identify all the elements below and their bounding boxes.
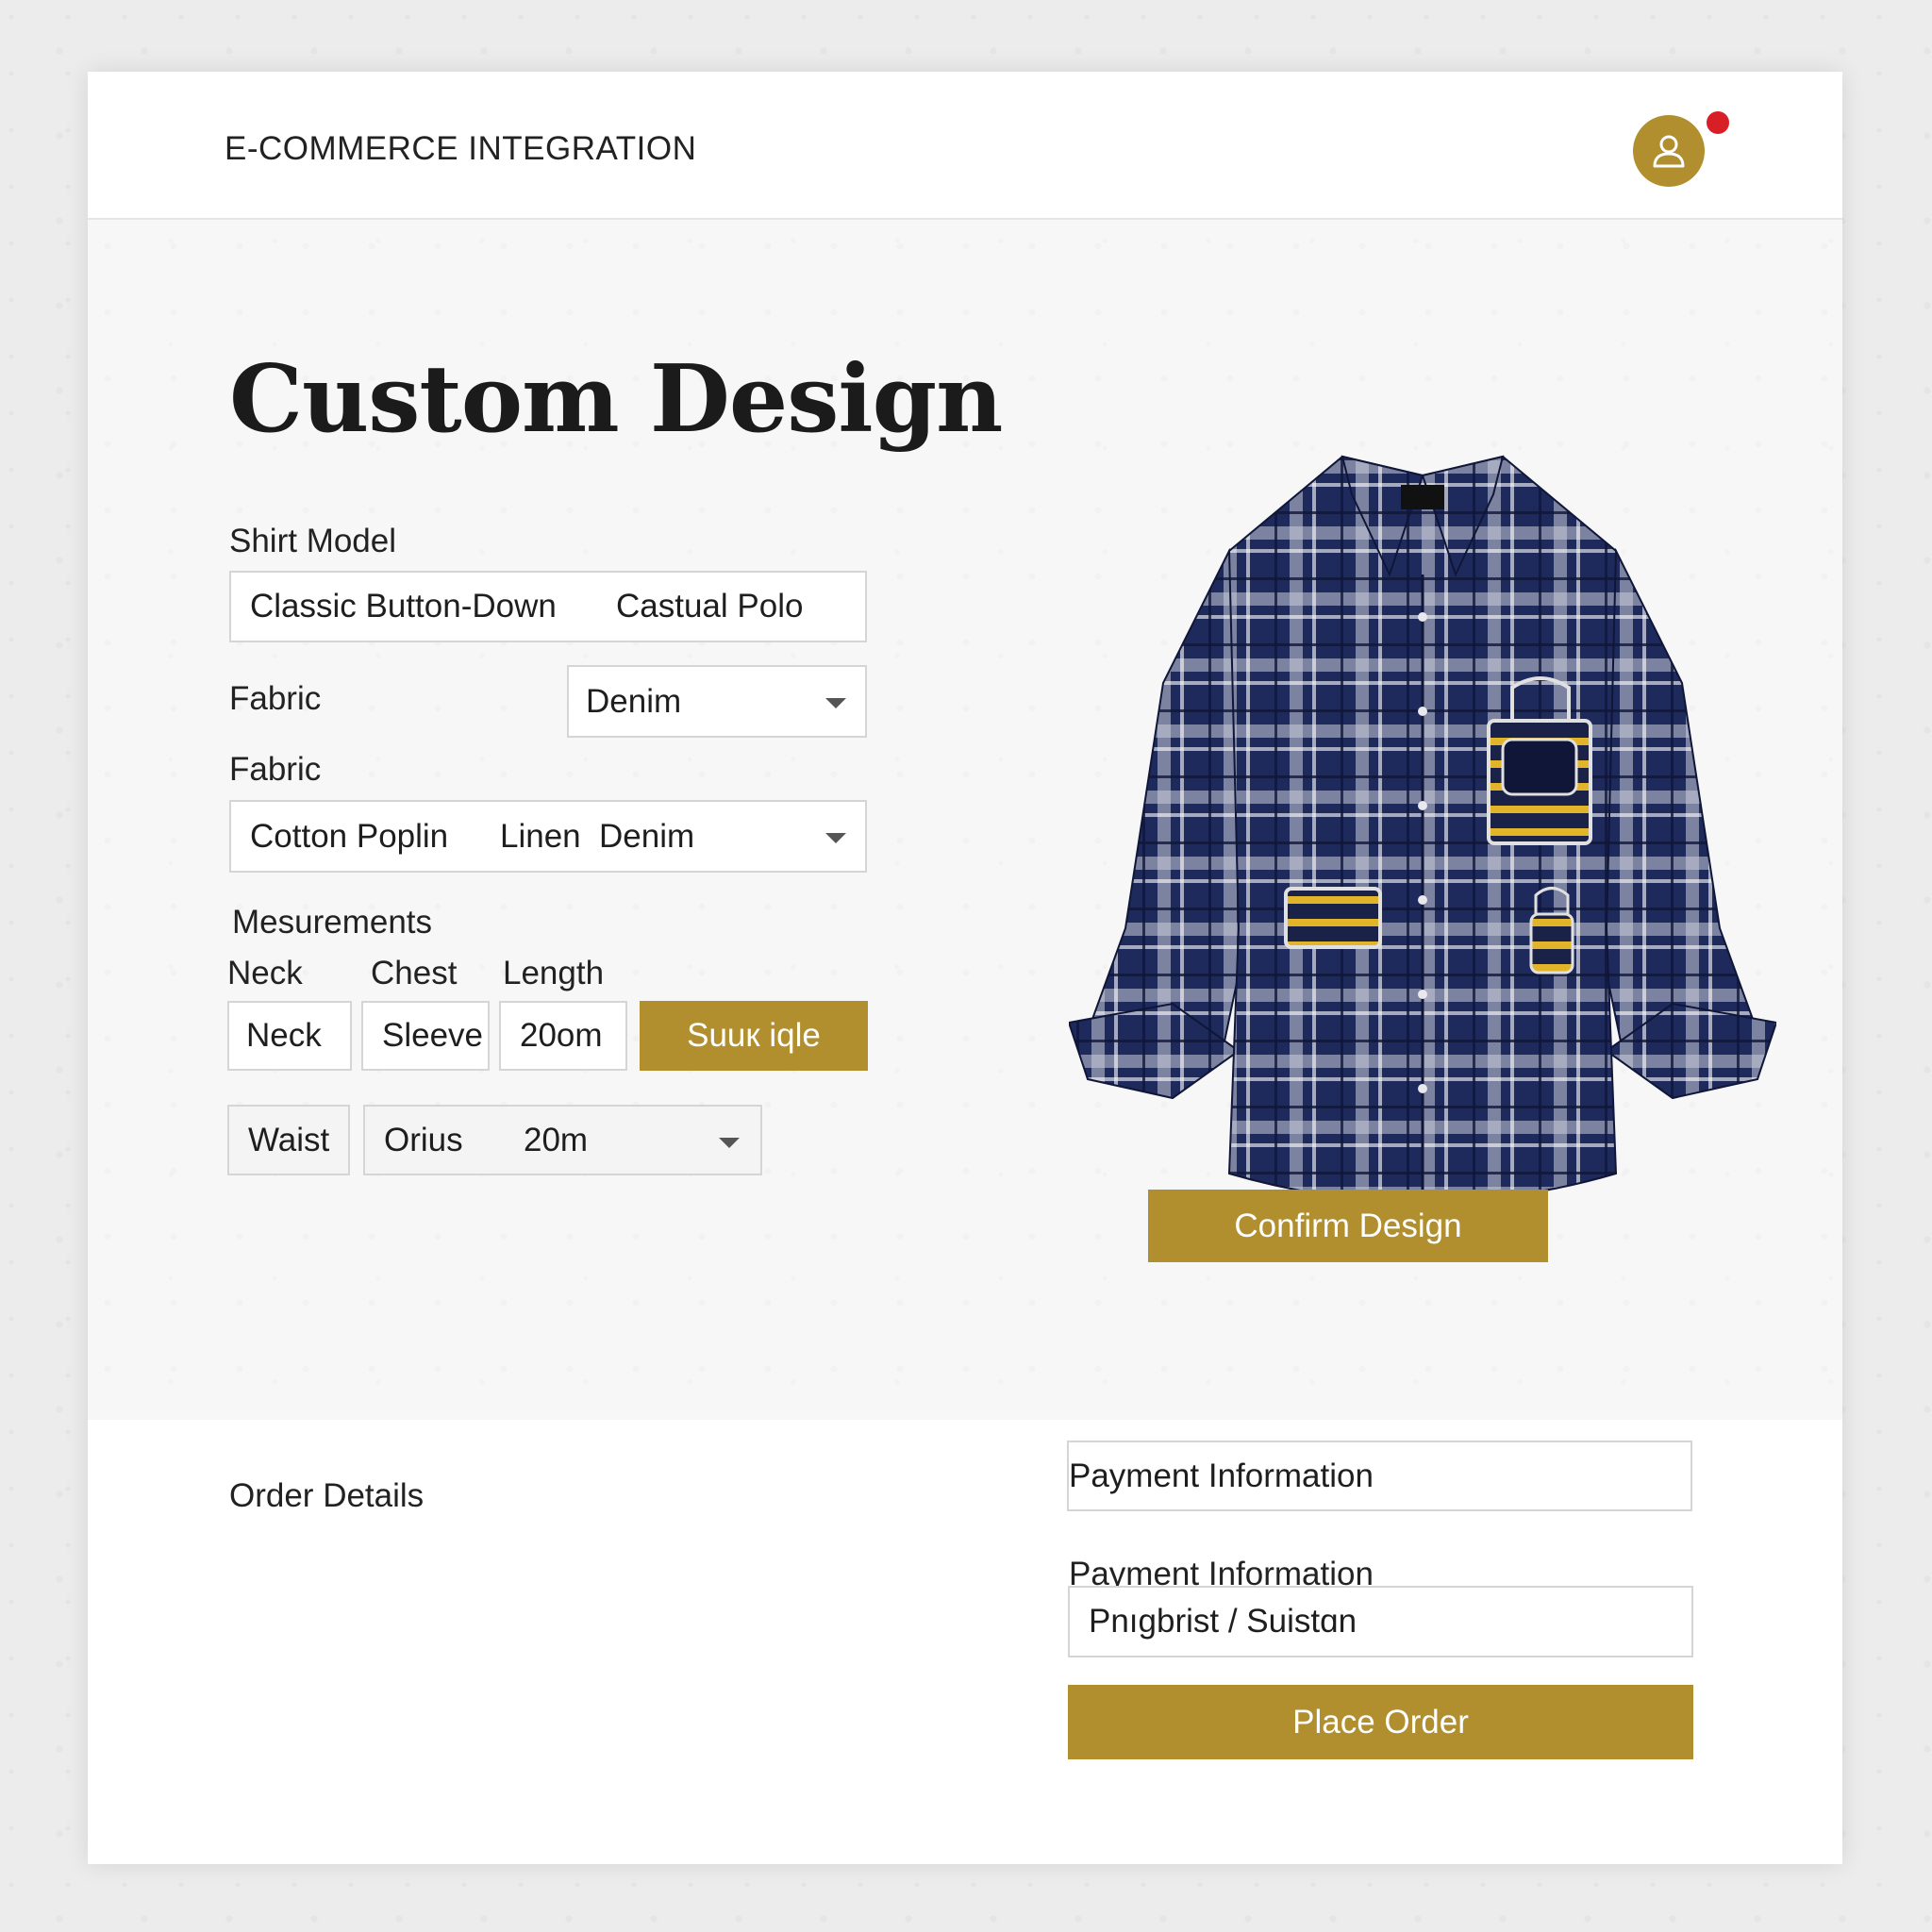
user-avatar-button[interactable]: [1633, 115, 1705, 187]
measurement-unit-select[interactable]: Orius 20m: [363, 1105, 762, 1175]
fabric-label: Fabric: [229, 680, 322, 717]
shirt-model-option-polo[interactable]: Castual Polo: [616, 588, 803, 625]
measurements-label: Mesurements: [232, 904, 433, 941]
shirt-model-selector[interactable]: Classic Button-Down Castual Polo: [229, 571, 867, 642]
fabric-select[interactable]: Denim: [567, 665, 867, 738]
unit-select-label: Orius: [384, 1121, 463, 1158]
shirt-model-option-button-down[interactable]: Classic Button-Down: [250, 588, 557, 625]
waist-pocket-left: [1284, 887, 1382, 949]
confirm-design-button[interactable]: Confirm Design: [1148, 1190, 1548, 1262]
payment-information-field[interactable]: Payment Information: [1067, 1441, 1692, 1511]
order-details-title: Order Details: [229, 1477, 425, 1514]
length-input[interactable]: 20om: [499, 1001, 627, 1071]
user-icon: [1653, 135, 1685, 168]
shirt-model-label: Shirt Model: [229, 523, 397, 559]
brand-title: E-COMMERCE INTEGRATION: [225, 130, 697, 167]
shirt-preview-image: [1067, 455, 1778, 1203]
payment-method-input[interactable]: Pnıgbrist / Suistɑn: [1068, 1586, 1693, 1657]
page-title: Custom Design: [229, 345, 1003, 454]
top-header: E-COMMERCE INTEGRATION: [88, 72, 1842, 220]
fabric-options-label: Fabric: [229, 751, 322, 788]
chevron-down-icon: [719, 1138, 740, 1148]
fabric-option-linen[interactable]: Linen: [500, 818, 581, 856]
payment-information-field-value: Payment Information: [1069, 1457, 1374, 1494]
notification-dot: [1707, 111, 1729, 134]
app-window: E-COMMERCE INTEGRATION Custom Design Shi…: [88, 72, 1842, 1864]
fabric-select-value: Denim: [586, 682, 682, 720]
fabric-options-select[interactable]: Cotton Poplin Linen Denim: [229, 800, 867, 873]
neck-column-header: Neck: [227, 955, 303, 991]
measurements-submit-button[interactable]: Suuк iqle: [640, 1001, 868, 1071]
fabric-option-cotton-poplin[interactable]: Cotton Poplin: [250, 818, 448, 856]
unit-select-value: 20m: [524, 1121, 589, 1158]
length-column-header: Length: [503, 955, 605, 991]
chevron-down-icon: [825, 833, 846, 843]
chevron-down-icon: [825, 698, 846, 708]
collar-label: [1401, 485, 1444, 509]
place-order-button[interactable]: Place Order: [1068, 1685, 1693, 1759]
sleeve-input[interactable]: Sleeve: [361, 1001, 490, 1071]
shirt-preview: [1067, 438, 1778, 1230]
chest-column-header: Chest: [371, 955, 458, 991]
waist-input[interactable]: Waist: [227, 1105, 350, 1175]
neck-input[interactable]: Neck: [227, 1001, 352, 1071]
fabric-option-denim[interactable]: Denim: [599, 818, 694, 856]
